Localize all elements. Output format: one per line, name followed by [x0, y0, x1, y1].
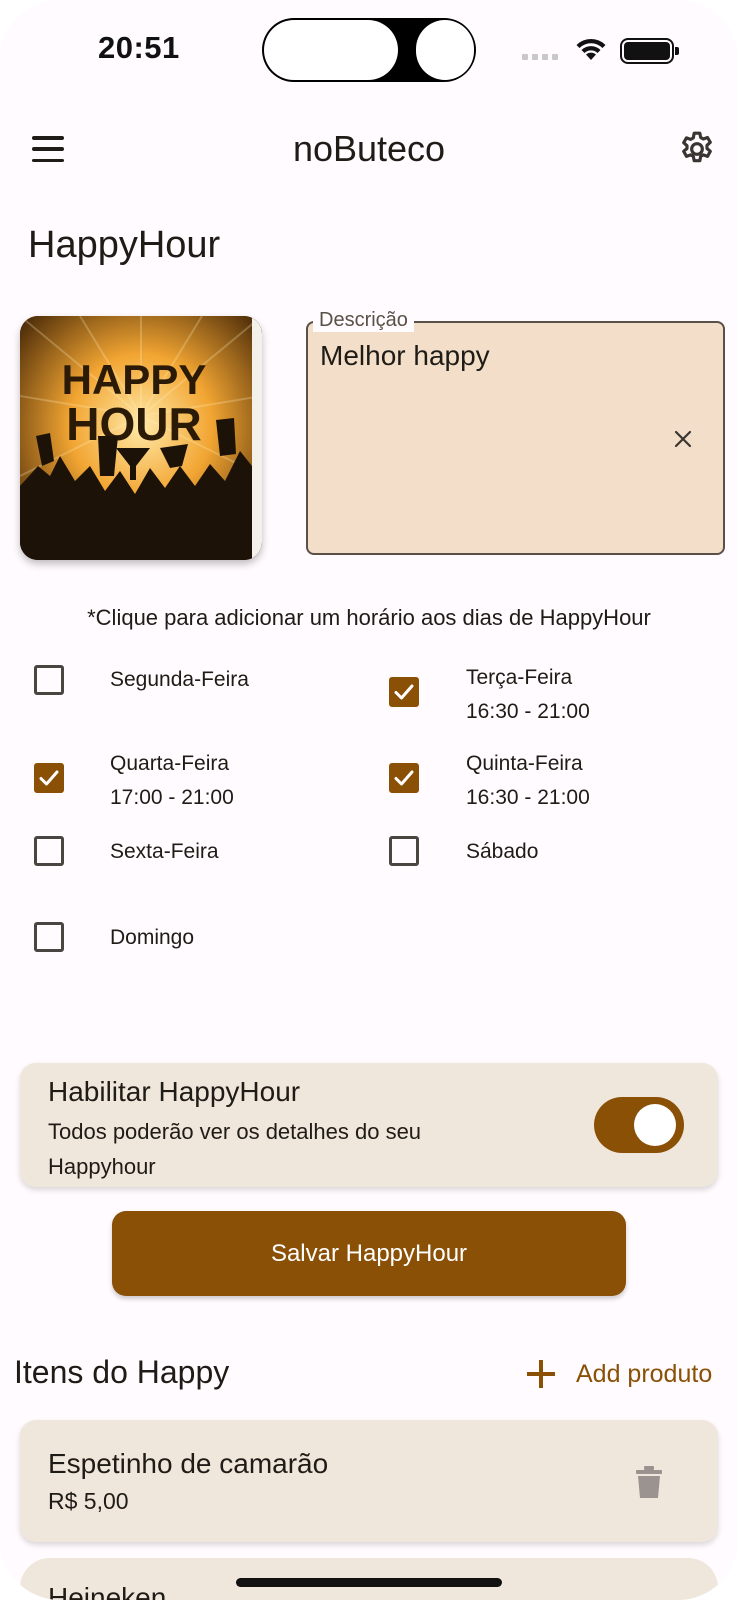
- wifi-icon: [576, 38, 606, 60]
- day-label-segunda: Segunda-Feira: [110, 668, 249, 691]
- check-icon: [39, 770, 59, 786]
- close-icon[interactable]: [672, 428, 694, 450]
- add-product-label: Add produto: [576, 1359, 713, 1388]
- list-item[interactable]: [20, 1420, 718, 1542]
- page-title: HappyHour: [28, 224, 221, 266]
- description-label: Descrição: [313, 309, 414, 332]
- image-caption-line2: HOUR: [66, 398, 201, 450]
- item-name: Heineken: [48, 1582, 167, 1600]
- item-name: Espetinho de camarão: [48, 1448, 329, 1479]
- status-time: 20:51: [98, 30, 180, 65]
- enable-subtitle: Todos poderão ver os detalhes do seu Hap…: [48, 1119, 422, 1179]
- app-title: noButeco: [292, 128, 446, 169]
- description-input[interactable]: Melhor happy: [320, 340, 490, 372]
- plus-icon: [526, 1359, 556, 1389]
- toggle-knob: [634, 1104, 676, 1146]
- day-label-sexta: Sexta-Feira: [110, 840, 219, 863]
- enable-title: Habilitar HappyHour: [48, 1076, 301, 1107]
- app-screen: 20:51 noButeco HappyHour HAPPY HOUR Desc…: [0, 0, 738, 1600]
- gear-icon[interactable]: [677, 129, 717, 169]
- day-label-terca: Terça-Feira: [466, 666, 573, 689]
- checkbox-segunda[interactable]: [34, 665, 64, 695]
- day-time-quarta[interactable]: 17:00 - 21:00: [110, 786, 234, 810]
- island-dot: [416, 20, 474, 80]
- checkbox-domingo[interactable]: [34, 922, 64, 952]
- day-time-terca[interactable]: 16:30 - 21:00: [466, 700, 590, 724]
- day-time-quinta[interactable]: 16:30 - 21:00: [466, 786, 590, 810]
- home-indicator: [236, 1578, 502, 1587]
- checkbox-terca[interactable]: [389, 677, 419, 707]
- day-label-quinta: Quinta-Feira: [466, 752, 583, 775]
- island-pill: [264, 20, 398, 80]
- check-icon: [394, 684, 414, 700]
- trash-icon[interactable]: [636, 1466, 662, 1498]
- day-label-quarta: Quarta-Feira: [110, 752, 230, 775]
- schedule-hint: *Clique para adicionar um horário aos di…: [87, 605, 651, 630]
- day-label-sabado: Sábado: [466, 840, 539, 863]
- checkbox-quinta[interactable]: [389, 763, 419, 793]
- cellular-signal-icon: [522, 54, 558, 60]
- checkbox-sabado[interactable]: [389, 836, 419, 866]
- items-section-title: Itens do Happy: [14, 1354, 230, 1390]
- checkbox-quarta[interactable]: [34, 763, 64, 793]
- happyhour-image[interactable]: HAPPY HOUR: [20, 316, 262, 560]
- item-price: R$ 5,00: [48, 1488, 129, 1514]
- battery-icon: [620, 38, 679, 64]
- check-icon: [394, 770, 414, 786]
- add-product-button[interactable]: Add produto: [526, 1354, 712, 1394]
- day-label-domingo: Domingo: [110, 926, 195, 949]
- image-caption-line1: HAPPY: [62, 356, 207, 403]
- save-happyhour-button[interactable]: Salvar HappyHour: [112, 1211, 626, 1296]
- checkbox-sexta[interactable]: [34, 836, 64, 866]
